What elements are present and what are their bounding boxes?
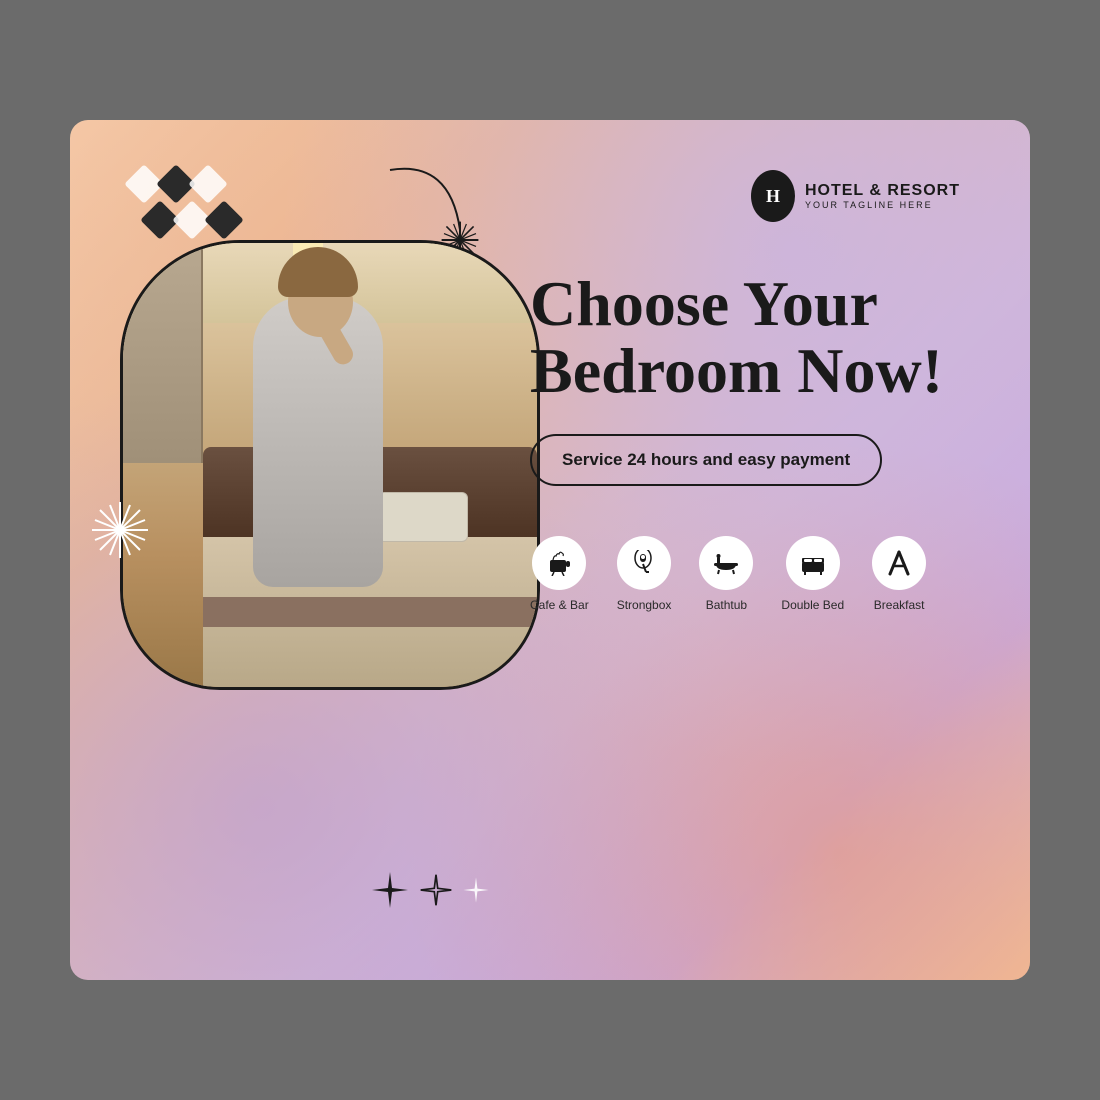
sparkle-star-outline xyxy=(419,873,453,907)
amenities-row: Cafe & Bar Strongbox xyxy=(530,536,970,612)
photo-frame xyxy=(120,240,540,690)
heading-line2: Bedroom Now! xyxy=(530,335,943,406)
main-heading: Choose Your Bedroom Now! xyxy=(530,270,970,404)
amenity-breakfast: Breakfast xyxy=(872,536,926,612)
hotel-card: H HOTEL & RESORT YOUR TAGLINE HERE xyxy=(70,120,1030,980)
bottom-sparkles xyxy=(370,870,490,910)
amenity-cafe: Cafe & Bar xyxy=(530,536,589,612)
service-badge[interactable]: Service 24 hours and easy payment xyxy=(530,434,882,486)
service-badge-text: Service 24 hours and easy payment xyxy=(562,450,850,469)
diamond-dark-3 xyxy=(204,200,244,240)
logo-tagline: YOUR TAGLINE HERE xyxy=(805,200,960,210)
sparkle-star-dark xyxy=(370,870,410,910)
diamond-white-2 xyxy=(188,164,228,204)
amenity-doublebed: Double Bed xyxy=(781,536,844,612)
strongbox-icon xyxy=(617,536,671,590)
amenity-bathtub: Bathtub xyxy=(699,536,753,612)
sparkle-star-small xyxy=(462,876,490,904)
doublebed-icon xyxy=(786,536,840,590)
bathtub-label: Bathtub xyxy=(706,598,747,612)
right-content: Choose Your Bedroom Now! Service 24 hour… xyxy=(530,270,970,612)
logo-text: HOTEL & RESORT YOUR TAGLINE HERE xyxy=(805,182,960,210)
diamond-decorations xyxy=(130,170,238,238)
room-photo xyxy=(123,243,537,687)
cafe-icon xyxy=(532,536,586,590)
bathtub-icon xyxy=(699,536,753,590)
breakfast-icon xyxy=(872,536,926,590)
heading-line1: Choose Your xyxy=(530,268,878,339)
logo-icon: H xyxy=(751,170,795,222)
card-content: H HOTEL & RESORT YOUR TAGLINE HERE xyxy=(70,120,1030,980)
amenity-strongbox: Strongbox xyxy=(617,536,672,612)
strongbox-label: Strongbox xyxy=(617,598,672,612)
hotel-logo: H HOTEL & RESORT YOUR TAGLINE HERE xyxy=(751,170,960,222)
sparkle-left xyxy=(90,500,150,560)
cafe-label: Cafe & Bar xyxy=(530,598,589,612)
doublebed-label: Double Bed xyxy=(781,598,844,612)
breakfast-label: Breakfast xyxy=(874,598,925,612)
logo-name: HOTEL & RESORT xyxy=(805,182,960,200)
